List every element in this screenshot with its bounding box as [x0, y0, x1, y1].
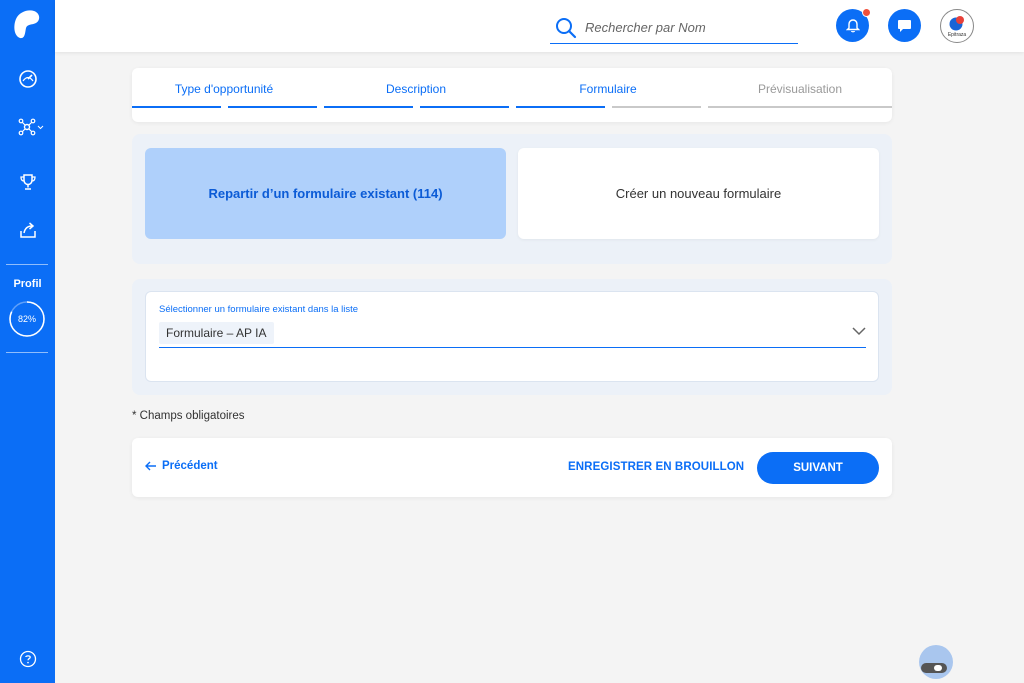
progress-stepper: Type d'opportunité Description Formulair… — [132, 68, 892, 122]
chat-assistant-bubble[interactable] — [919, 645, 953, 679]
form-select-panel: Sélectionner un formulaire existant dans… — [132, 279, 892, 395]
step-bar — [516, 106, 605, 108]
notifications-button[interactable] — [836, 8, 871, 42]
network-icon[interactable] — [18, 116, 46, 138]
chevron-down-icon[interactable] — [852, 326, 866, 336]
selected-form-value: Formulaire – AP IA — [159, 322, 274, 344]
save-draft-button[interactable]: ENREGISTRER EN BROUILLON — [568, 461, 744, 473]
step-bar — [132, 106, 221, 108]
step-bar — [708, 106, 892, 108]
existing-form-select[interactable]: Formulaire – AP IA — [159, 320, 866, 348]
step-formulaire[interactable]: Formulaire — [516, 82, 700, 96]
sidebar-divider — [6, 352, 48, 353]
dashboard-icon[interactable] — [17, 68, 39, 90]
help-icon[interactable] — [17, 648, 39, 670]
top-bar: Epitraza — [55, 0, 1024, 52]
create-new-form-option[interactable]: Créer un nouveau formulaire — [518, 148, 879, 239]
bell-icon — [845, 19, 860, 33]
step-bar — [324, 106, 413, 108]
avatar-caption: Epitraza — [947, 32, 967, 38]
user-avatar[interactable]: Epitraza — [940, 9, 974, 43]
notification-badge — [862, 8, 871, 17]
previous-button-label: Précédent — [162, 460, 218, 472]
chat-bubble-icon — [898, 19, 911, 32]
step-bar — [612, 106, 701, 108]
app-logo-icon[interactable] — [12, 8, 42, 42]
search-icon[interactable] — [555, 17, 577, 39]
share-export-icon[interactable] — [17, 219, 39, 241]
search-input[interactable] — [585, 20, 785, 35]
step-type-opportunite[interactable]: Type d'opportunité — [132, 82, 316, 96]
assistant-eye-icon — [934, 665, 942, 671]
avatar-logo-icon — [949, 16, 964, 31]
required-fields-note: * Champs obligatoires — [132, 410, 245, 422]
arrow-left-icon — [145, 461, 156, 471]
step-previsualisation[interactable]: Prévisualisation — [708, 82, 892, 96]
profile-progress-value: 82% — [17, 314, 36, 324]
reuse-existing-form-option[interactable]: Repartir d’un formulaire existant (114) — [145, 148, 506, 239]
next-button[interactable]: SUIVANT — [757, 452, 879, 484]
profile-label[interactable]: Profil — [0, 278, 55, 290]
action-bar: Précédent ENREGISTRER EN BROUILLON SUIVA… — [132, 438, 892, 497]
trophy-icon[interactable] — [17, 171, 39, 193]
sidebar: Profil 82% — [0, 0, 55, 683]
form-choice-panel: Repartir d’un formulaire existant (114) … — [132, 134, 892, 264]
step-bar — [420, 106, 509, 108]
step-description[interactable]: Description — [324, 82, 508, 96]
step-bar — [228, 106, 317, 108]
messages-button[interactable] — [888, 9, 921, 42]
search-bar[interactable] — [550, 12, 798, 44]
form-select-label: Sélectionner un formulaire existant dans… — [159, 304, 359, 315]
sidebar-divider — [6, 264, 48, 265]
form-select-card: Sélectionner un formulaire existant dans… — [145, 291, 879, 382]
previous-button[interactable]: Précédent — [145, 460, 218, 472]
